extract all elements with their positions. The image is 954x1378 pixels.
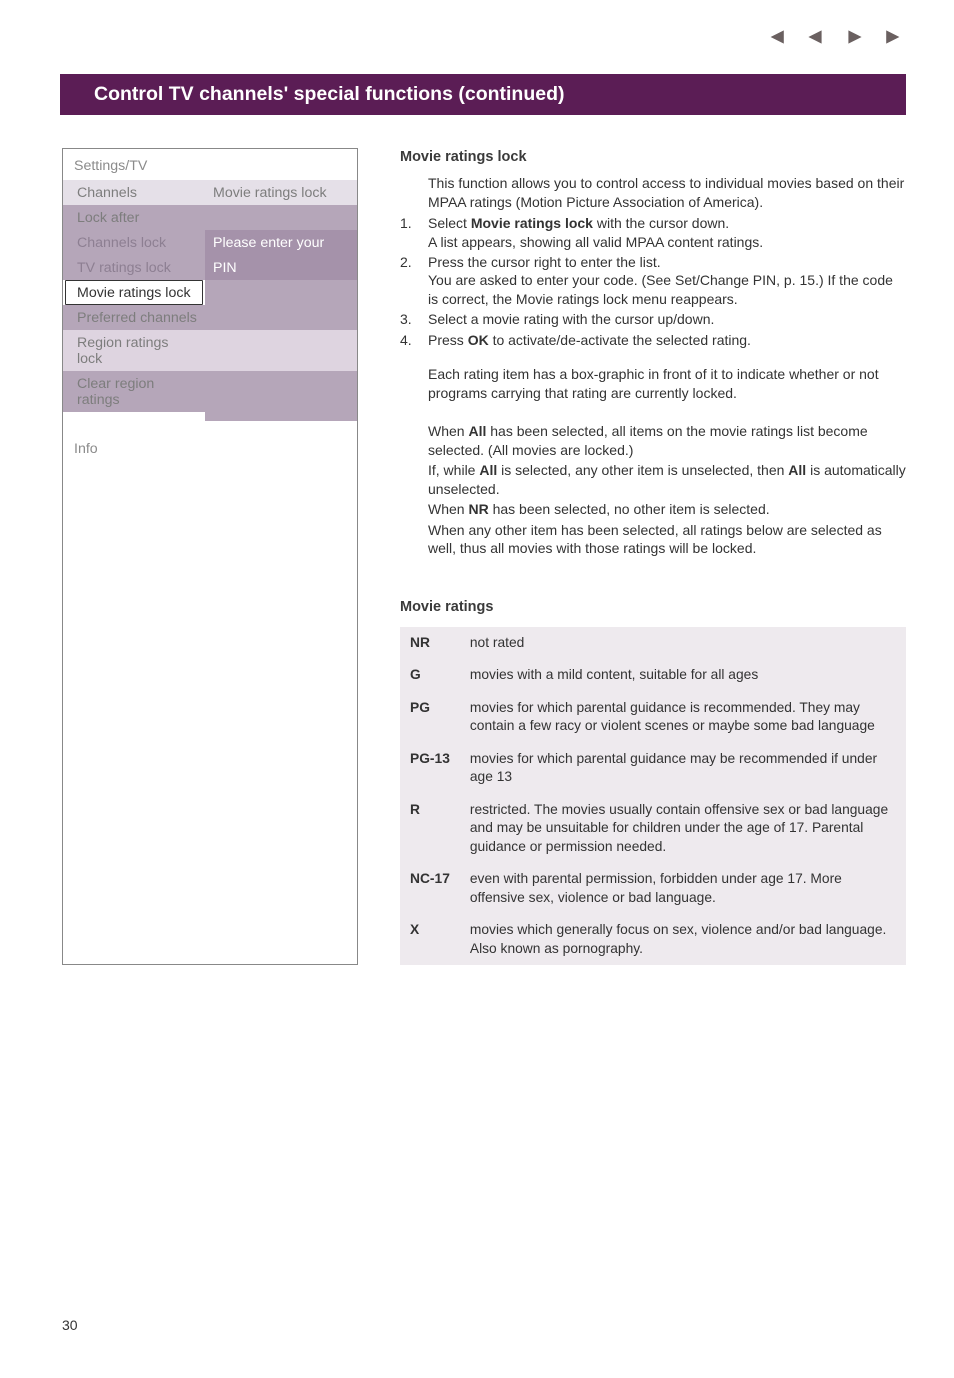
section-title: Movie ratings lock bbox=[400, 148, 906, 167]
settings-table: ChannelsMovie ratings lockLock afterChan… bbox=[63, 180, 357, 421]
panel-header: Settings/TV bbox=[63, 149, 357, 180]
settings-row: Clear region ratings bbox=[63, 371, 357, 412]
nav-controls bbox=[764, 28, 906, 51]
rating-row: NRnot rated bbox=[400, 627, 906, 659]
next-icon[interactable] bbox=[844, 28, 866, 51]
prev-icon[interactable] bbox=[804, 28, 826, 51]
settings-row: Movie ratings lock bbox=[63, 280, 357, 305]
page-number: 30 bbox=[62, 1317, 78, 1333]
settings-row: Region ratings lock bbox=[63, 330, 357, 371]
settings-row: TV ratings lockPIN bbox=[63, 255, 357, 280]
rating-row: NC-17even with parental permission, forb… bbox=[400, 863, 906, 914]
step-item: Press the cursor right to enter the list… bbox=[428, 253, 906, 308]
settings-panel: Settings/TV ChannelsMovie ratings lockLo… bbox=[62, 148, 358, 965]
last-icon[interactable] bbox=[884, 28, 906, 51]
note-4: When NR has been selected, no other item… bbox=[428, 500, 906, 518]
note-1: Each rating item has a box-graphic in fr… bbox=[428, 365, 906, 402]
intro-text: This function allows you to control acce… bbox=[400, 174, 906, 211]
settings-row: Channels lockPlease enter your bbox=[63, 230, 357, 255]
panel-footer: Info bbox=[63, 421, 357, 475]
settings-row: ChannelsMovie ratings lock bbox=[63, 180, 357, 205]
step-item: Select Movie ratings lock with the curso… bbox=[428, 214, 906, 251]
after-steps: Each rating item has a box-graphic in fr… bbox=[400, 365, 906, 557]
settings-row: Preferred channels bbox=[63, 305, 357, 330]
rating-row: Gmovies with a mild content, suitable fo… bbox=[400, 659, 906, 691]
main-text: Movie ratings lock This function allows … bbox=[400, 148, 906, 965]
page-title-bar: Control TV channels' special functions (… bbox=[60, 74, 906, 115]
settings-row: Lock after bbox=[63, 205, 357, 230]
note-5: When any other item has been selected, a… bbox=[428, 521, 906, 558]
ratings-table: NRnot ratedGmovies with a mild content, … bbox=[400, 627, 906, 965]
step-item: Press OK to activate/de-activate the sel… bbox=[428, 331, 906, 349]
settings-row bbox=[63, 412, 357, 421]
rating-row: Xmovies which generally focus on sex, vi… bbox=[400, 914, 906, 965]
ratings-title: Movie ratings bbox=[400, 598, 906, 617]
rating-row: Rrestricted. The movies usually contain … bbox=[400, 794, 906, 863]
rating-row: PGmovies for which parental guidance is … bbox=[400, 692, 906, 743]
step-item: Select a movie rating with the cursor up… bbox=[428, 310, 906, 328]
note-3: If, while All is selected, any other ite… bbox=[428, 461, 906, 498]
ratings-section: Movie ratings NRnot ratedGmovies with a … bbox=[400, 598, 906, 965]
first-icon[interactable] bbox=[764, 28, 786, 51]
steps-list: Select Movie ratings lock with the curso… bbox=[400, 214, 906, 349]
rating-row: PG-13movies for which parental guidance … bbox=[400, 743, 906, 794]
note-2: When All has been selected, all items on… bbox=[428, 422, 906, 459]
